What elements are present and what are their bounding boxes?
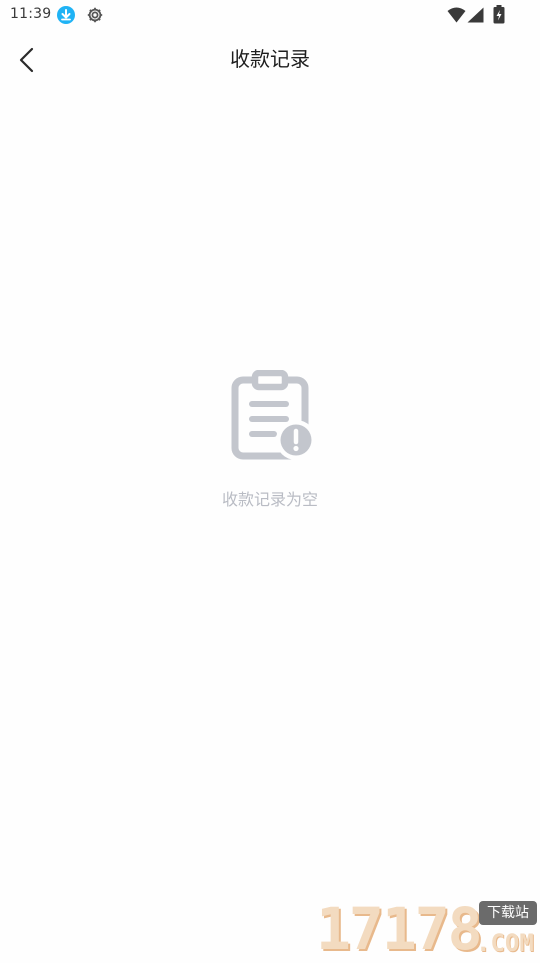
clipboard-alert-icon (228, 369, 316, 462)
empty-state-message: 收款记录为空 (221, 490, 318, 509)
nav-header: 收款记录 (0, 30, 540, 90)
download-icon (57, 6, 75, 24)
wifi-icon (447, 7, 466, 23)
page-title: 收款记录 (230, 47, 310, 71)
gear-icon (86, 6, 104, 24)
watermark-badge: 下载站 (479, 901, 537, 925)
watermark-domain: .COM (476, 929, 534, 957)
watermark-logo: 17178 下载站 .COM (316, 898, 540, 960)
status-time: 11:39 (10, 6, 52, 22)
status-bar: 11:39 (0, 0, 540, 30)
battery-icon (493, 5, 505, 24)
watermark-digits: 17178 (316, 895, 483, 963)
signal-icon (467, 7, 484, 23)
